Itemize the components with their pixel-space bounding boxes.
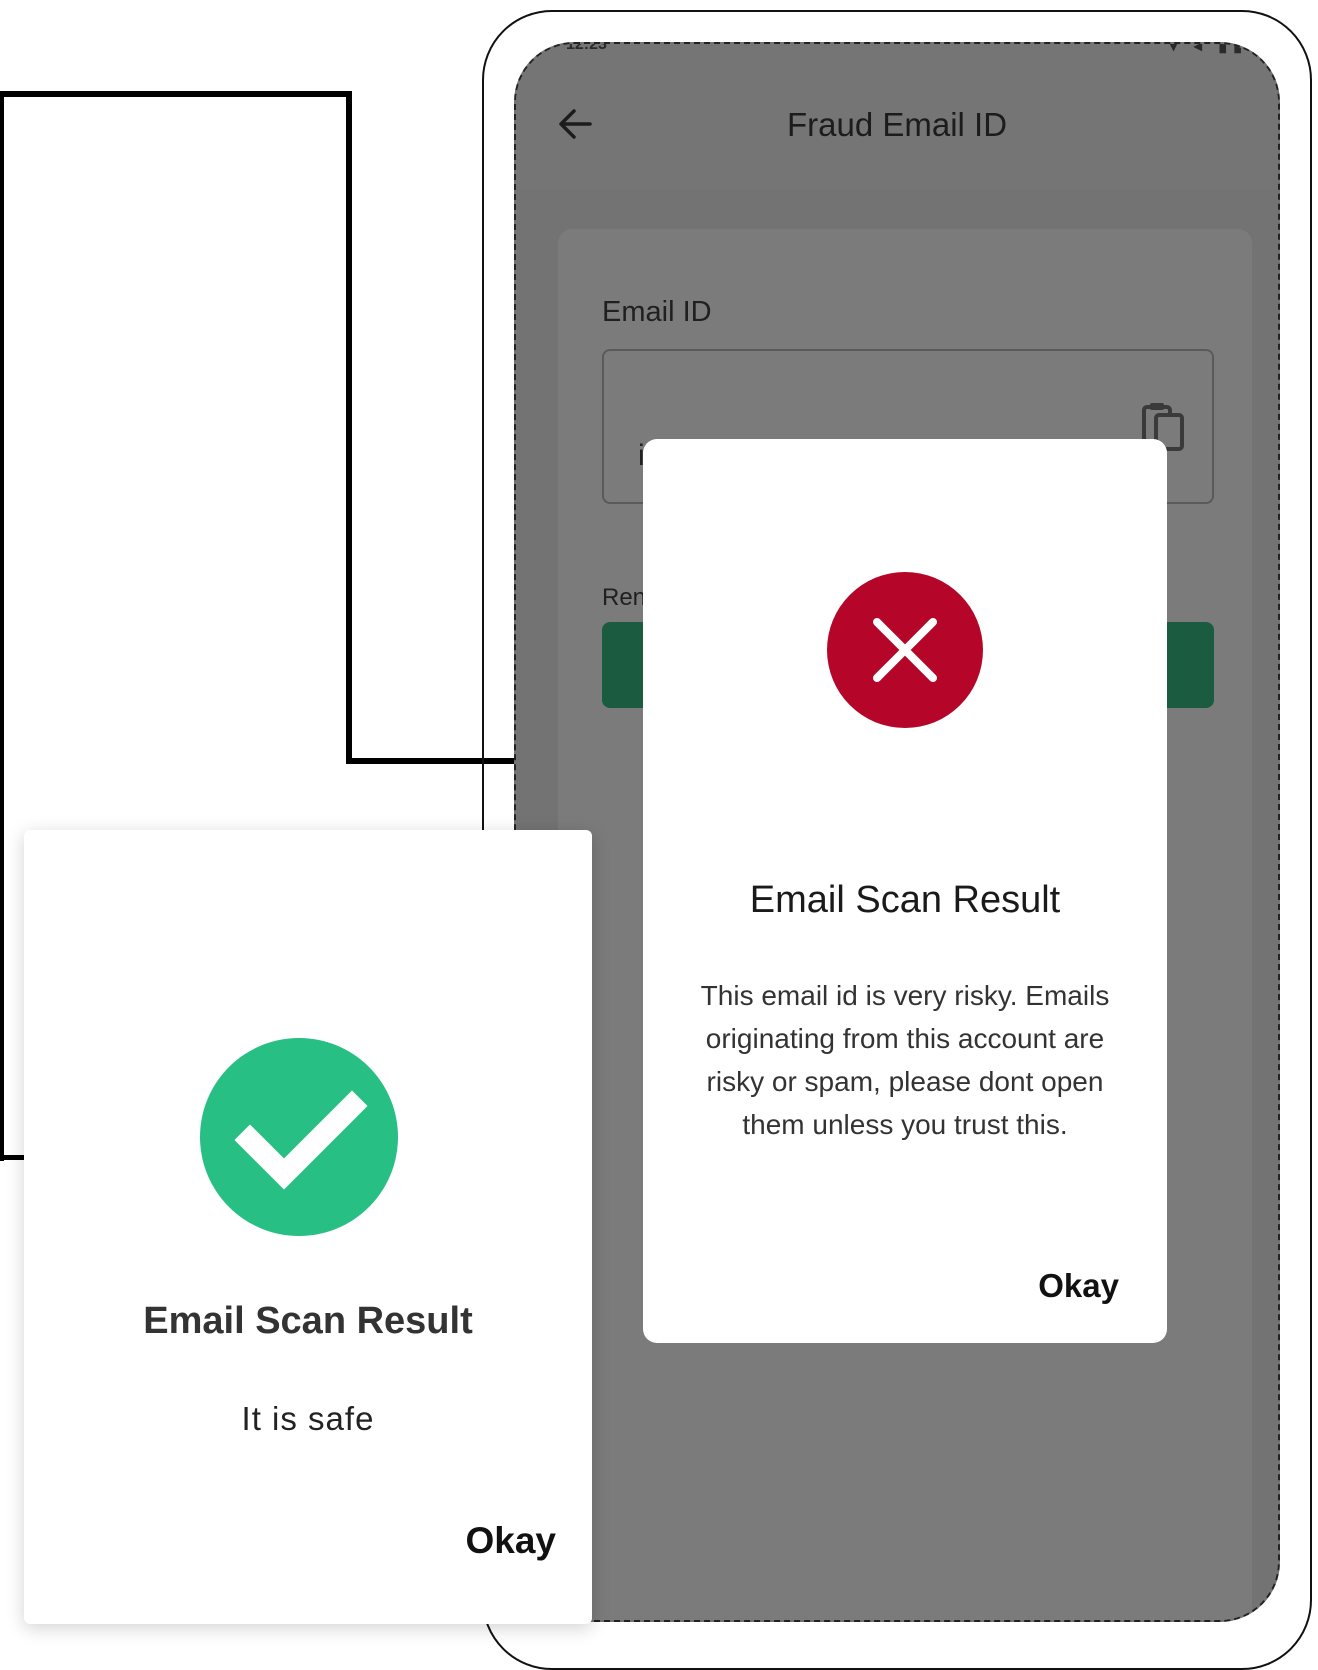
connector-line-left xyxy=(0,91,4,1161)
connector-line-bottom xyxy=(0,1155,26,1160)
dialog-title: Email Scan Result xyxy=(749,879,1061,921)
app-header: Fraud Email ID xyxy=(516,44,1278,189)
check-circle-icon xyxy=(200,1038,398,1236)
x-circle-icon xyxy=(827,572,983,728)
remarks-label: Ren xyxy=(602,584,647,611)
connector-line-top xyxy=(0,91,352,97)
risky-result-dialog: Email Scan Result This email id is very … xyxy=(643,439,1167,1343)
dialog-message: This email id is very risky. Emails orig… xyxy=(700,980,1110,1140)
email-field-label: Email ID xyxy=(602,296,712,328)
page-title: Fraud Email ID xyxy=(786,106,1008,143)
status-bar: 12:23 ▾ ◂ ▮▮ xyxy=(516,44,1278,62)
status-icons: ▾ ◂ ▮▮ xyxy=(1169,42,1248,55)
dialog-title: Email Scan Result xyxy=(143,1300,473,1342)
connector-line-vertical xyxy=(346,91,352,764)
dialog-message: It is safe xyxy=(241,1400,375,1437)
status-time: 12:23 xyxy=(566,42,607,53)
safe-result-dialog: Email Scan Result It is safe Okay xyxy=(24,830,592,1624)
okay-button[interactable]: Okay xyxy=(1038,1267,1119,1305)
okay-button[interactable]: Okay xyxy=(465,1520,556,1562)
